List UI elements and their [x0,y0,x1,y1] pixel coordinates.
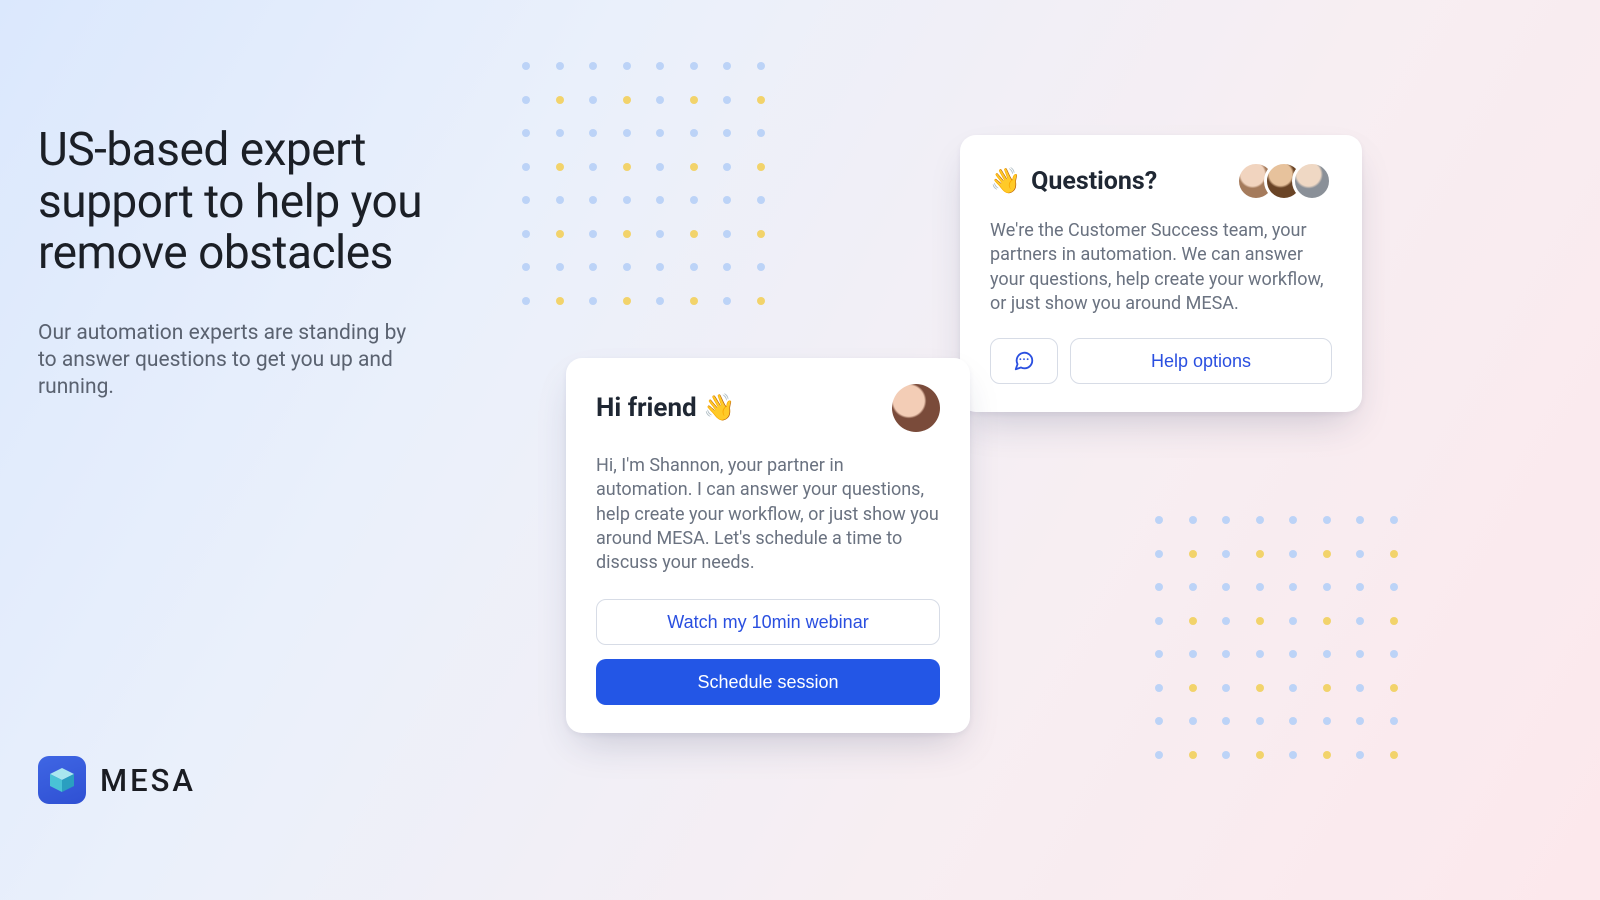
wave-icon: 👋 [990,167,1021,196]
chat-button[interactable] [990,338,1058,384]
hero-block: US-based expert support to help you remo… [38,125,458,401]
help-options-button[interactable]: Help options [1070,338,1332,384]
questions-card: 👋 Questions? We're the Customer Success … [960,135,1362,412]
friend-title: Hi friend 👋 [596,393,736,423]
watch-webinar-button[interactable]: Watch my 10min webinar [596,599,940,645]
brand: MESA [38,756,196,804]
team-avatars [1236,161,1332,201]
dots-decoration-top [522,62,765,305]
questions-body: We're the Customer Success team, your pa… [990,219,1332,316]
questions-title-text: Questions? [1031,167,1157,196]
friend-card: Hi friend 👋 Hi, I'm Shannon, your partne… [566,358,970,733]
shannon-avatar [892,384,940,432]
chat-bubble-icon [1013,350,1035,372]
hero-headline: US-based expert support to help you remo… [38,125,458,280]
dots-decoration-bottom [1155,516,1398,759]
schedule-session-button[interactable]: Schedule session [596,659,940,705]
brand-name: MESA [100,762,196,799]
friend-body: Hi, I'm Shannon, your partner in automat… [596,454,940,575]
brand-cube-icon [38,756,86,804]
questions-title: 👋 Questions? [990,167,1157,196]
hero-subhead: Our automation experts are standing by t… [38,320,418,402]
avatar [1292,161,1332,201]
